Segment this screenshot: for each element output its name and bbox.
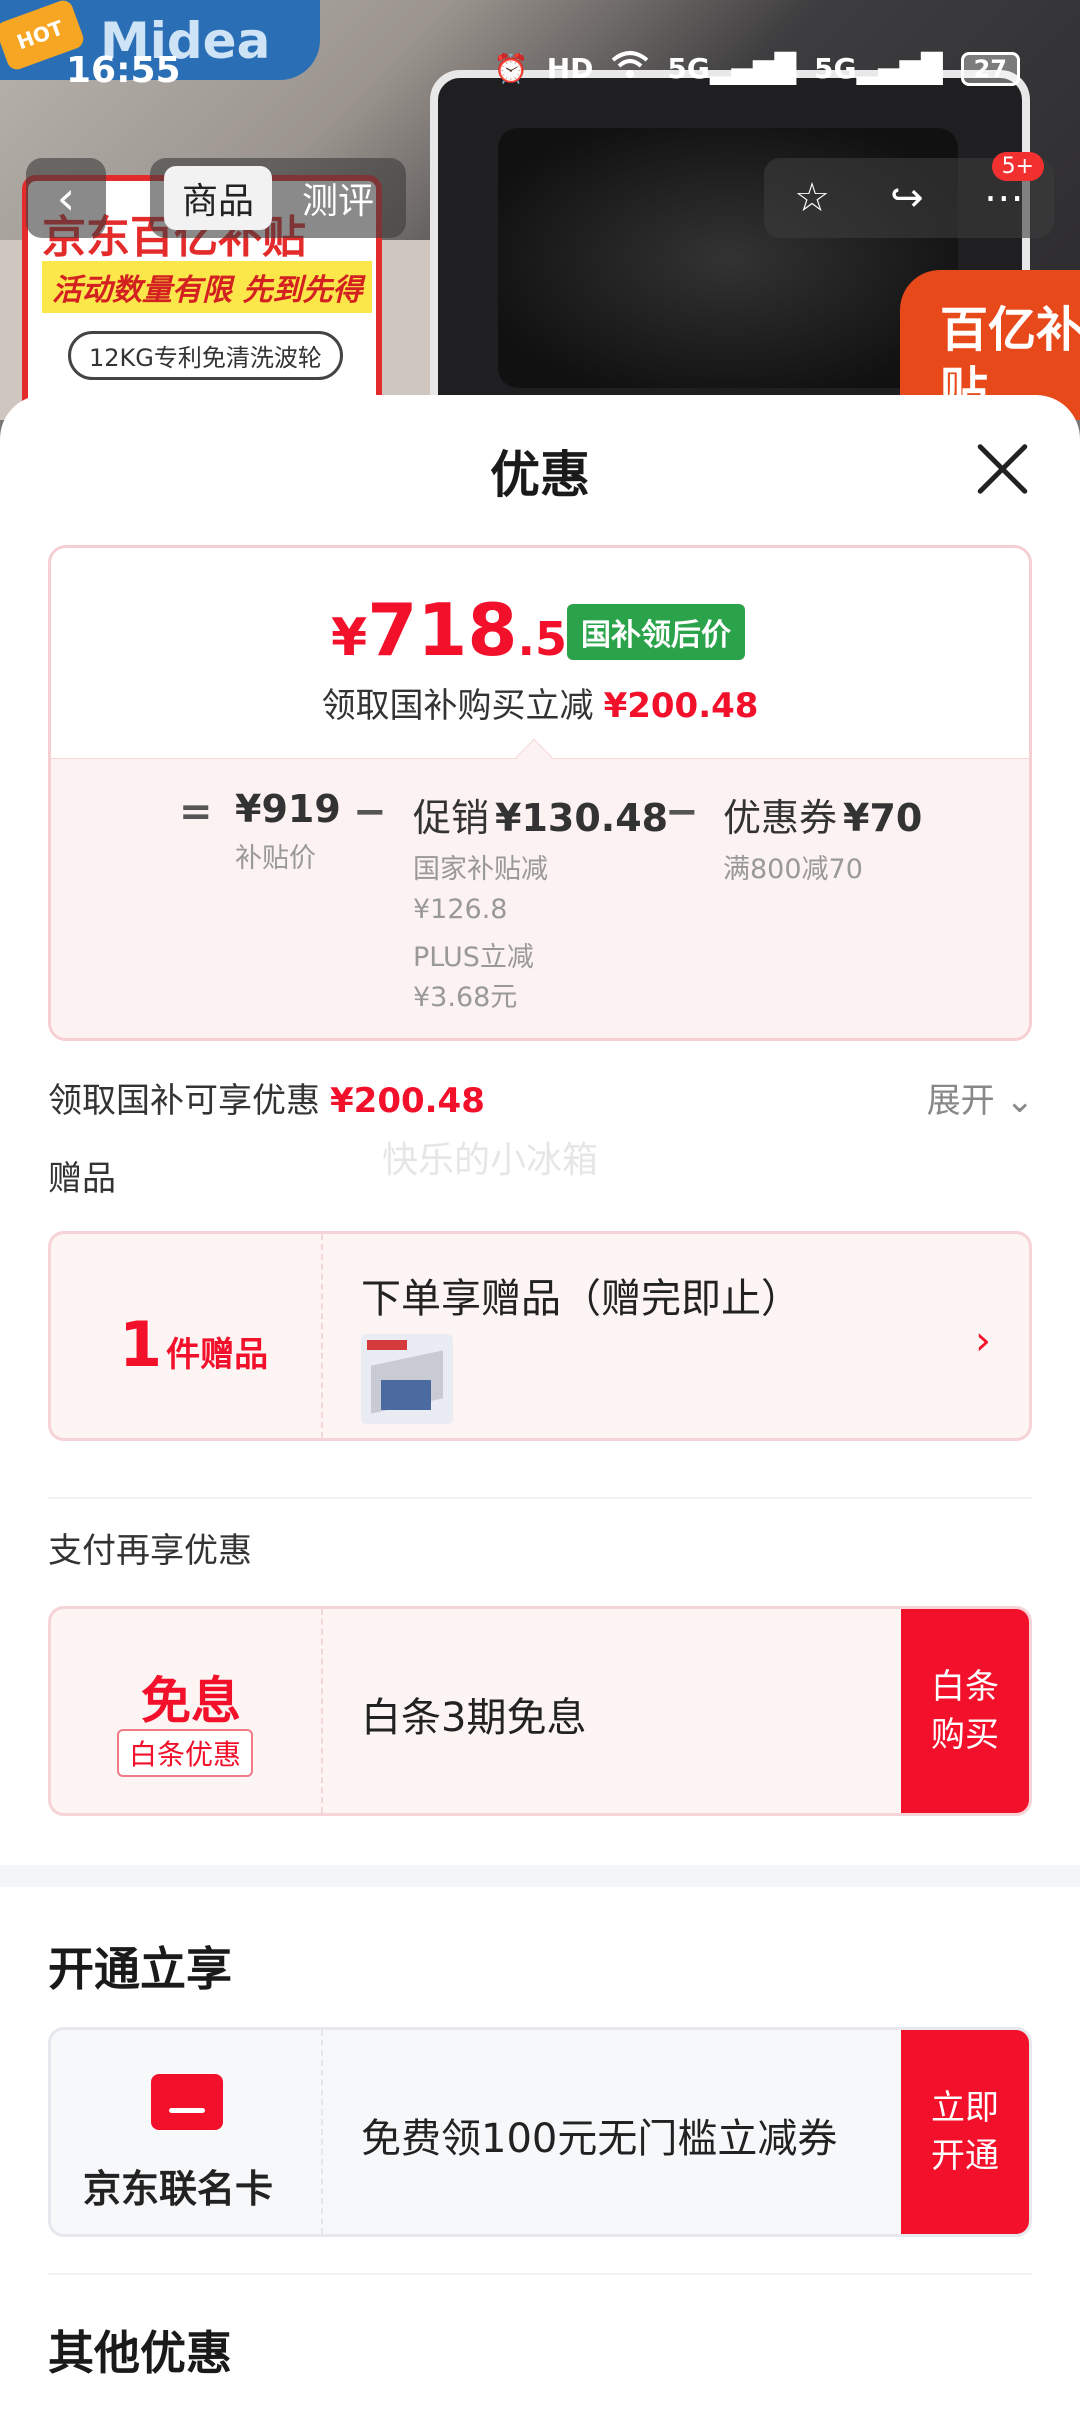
divider <box>48 1497 1032 1499</box>
minus-sign: − <box>353 789 387 835</box>
back-button[interactable]: ‹ <box>26 158 106 238</box>
gift-title: 下单享赠品（赠完即止） <box>361 1276 801 1322</box>
baitiao-card[interactable]: 免息 白条优惠 白条3期免息 白条购买 <box>48 1606 1032 1816</box>
other-section-heading: 其他优惠 <box>48 2326 232 2380</box>
price-breakdown-card: ¥718.52 国补领后价 领取国补购买立减 ¥200.48 = ¥919 补贴价… <box>48 545 1032 1041</box>
promo-term: 促销 ¥130.48 国家补贴减 ¥126.8 PLUS立减 ¥3.68元 <box>413 796 669 1013</box>
more-icon[interactable]: ⋯ <box>984 175 1024 221</box>
promo-feature: 12KG专利免清洗波轮 <box>68 331 343 380</box>
expand-button[interactable]: 展开 ⌄ <box>927 1073 1034 1122</box>
share-icon[interactable]: ↪ <box>890 175 924 221</box>
watermark: 快乐的小冰箱 <box>382 1140 599 1181</box>
pay-section-label: 支付再享优惠 <box>48 1531 252 1571</box>
discount-bottom-sheet: 优惠 ¥718.52 国补领后价 领取国补购买立减 ¥200.48 = ¥919 … <box>0 395 1080 2412</box>
tab-product[interactable]: 商品 <box>164 166 273 230</box>
baitiao-tag: 白条优惠 <box>117 1729 254 1777</box>
promo-subtitle: 活动数量有限 先到先得 <box>42 261 373 313</box>
chevron-right-icon[interactable]: › <box>975 1318 991 1364</box>
equals-sign: = <box>179 789 213 835</box>
baitiao-text: 白条3期免息 <box>361 1695 587 1741</box>
nav-actions: ☆ ↪ ⋯ 5+ <box>764 152 1054 238</box>
final-price: ¥718.52 <box>331 588 599 672</box>
section-divider <box>0 1865 1080 1887</box>
wifi-icon <box>611 50 649 87</box>
gift-thumbnail[interactable] <box>361 1334 453 1424</box>
discount-summary: 领取国补可享优惠 ¥200.48 <box>48 1081 485 1121</box>
product-nav-bar: ‹ 商品 测评 ☆ ↪ ⋯ 5+ <box>0 150 1080 250</box>
jd-card-offer[interactable]: 京东联名卡 免费领100元无门槛立减券 立即开通 <box>48 2027 1032 2237</box>
credit-card-icon <box>151 2074 223 2130</box>
gift-count: 1 件赠品 <box>119 1308 269 1381</box>
saving-amount: ¥200.48 <box>603 686 759 726</box>
saving-line: 领取国补购买立减 ¥200.48 <box>321 686 759 726</box>
divider <box>48 2273 1032 2275</box>
price-tag-badge: 国补领后价 <box>567 604 745 660</box>
gift-card[interactable]: 1 件赠品 下单享赠品（赠完即止） › <box>48 1231 1032 1441</box>
price-formula: = ¥919 补贴价 − 促销 ¥130.48 国家补贴减 ¥126.8 PLUS立减… <box>51 758 1029 1038</box>
favorite-star-icon[interactable]: ☆ <box>794 175 830 221</box>
coupon-term: 优惠券 ¥70 满800减70 <box>723 796 923 885</box>
status-icons: ⏰ HD 5G▂▄▆█ 5G▂▄▆█ 27 <box>494 50 1020 87</box>
signal-icon-2: 5G▂▄▆█ <box>813 52 943 85</box>
status-bar: 16:55 ⏰ HD 5G▂▄▆█ 5G▂▄▆█ 27 <box>0 0 1080 130</box>
open-now-button[interactable]: 立即开通 <box>901 2030 1029 2234</box>
hd-icon: HD <box>546 52 594 85</box>
jd-card-text: 免费领100元无门槛立减券 <box>361 2116 838 2162</box>
jd-card-name: 京东联名卡 <box>83 2167 274 2211</box>
signal-icon-1: 5G▂▄▆█ <box>667 52 796 85</box>
close-icon[interactable] <box>974 441 1030 497</box>
interest-free-title: 免息 <box>141 1672 241 1730</box>
gift-section-label: 赠品 <box>48 1159 116 1199</box>
base-price-term: ¥919 补贴价 <box>235 787 341 874</box>
status-time: 16:55 <box>66 50 181 91</box>
battery-icon: 27 <box>960 51 1020 86</box>
tab-review[interactable]: 测评 <box>284 166 392 230</box>
baitiao-buy-button[interactable]: 白条购买 <box>901 1609 1029 1813</box>
product-tabs: 商品 测评 <box>150 158 407 238</box>
sheet-title: 优惠 <box>490 446 590 504</box>
alarm-icon: ⏰ <box>493 52 529 85</box>
final-price-section: ¥718.52 国补领后价 领取国补购买立减 ¥200.48 <box>51 548 1029 758</box>
minus-sign: − <box>665 789 699 835</box>
message-count-badge: 5+ <box>991 152 1044 181</box>
open-section-heading: 开通立享 <box>48 1942 232 1996</box>
chevron-down-icon: ⌄ <box>1005 1081 1035 1121</box>
